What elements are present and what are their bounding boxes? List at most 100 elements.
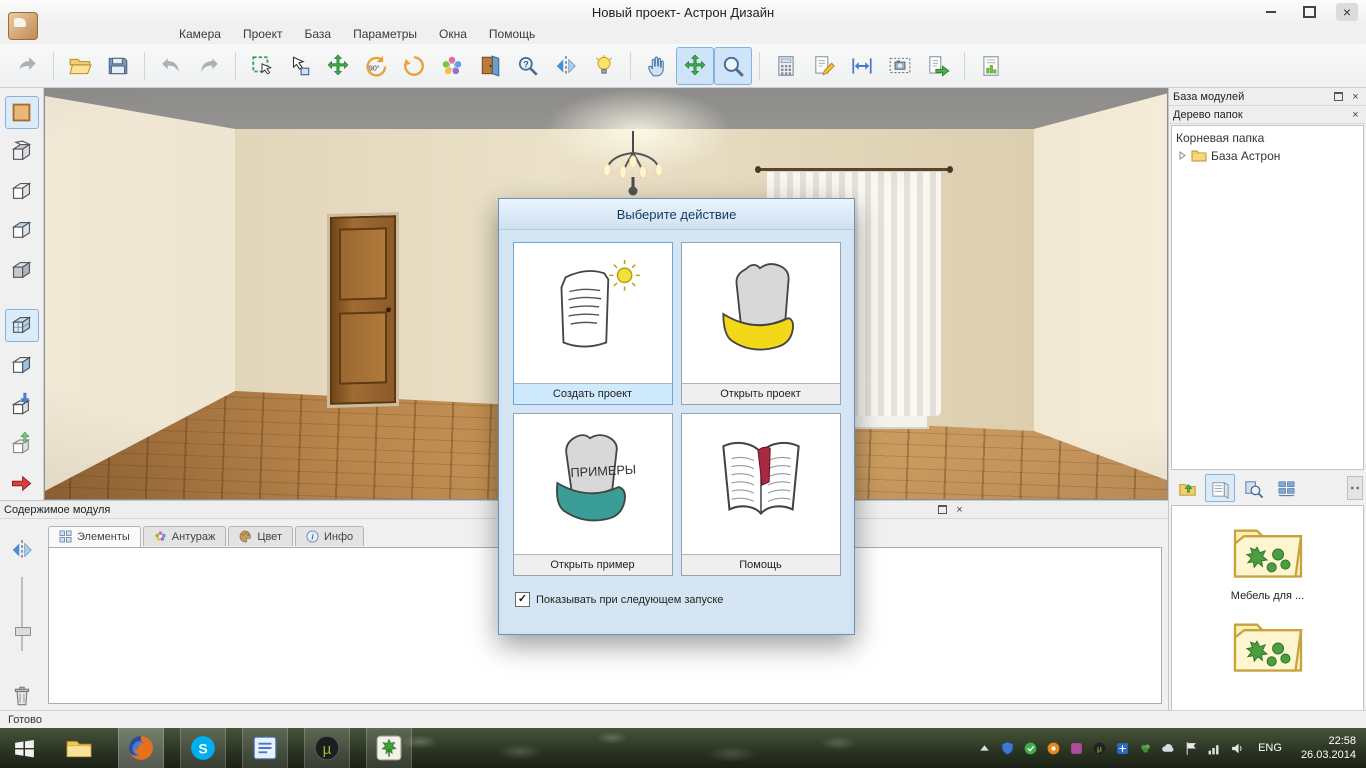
toolbar-mirror-button[interactable] xyxy=(547,47,585,85)
tray-security-icon[interactable] xyxy=(999,740,1015,756)
tool-box-open-button[interactable] xyxy=(5,135,39,168)
folder-item-furniture[interactable]: Мебель для ... xyxy=(1228,516,1308,602)
toolbar-materials-button[interactable] xyxy=(433,47,471,85)
tool-box-closed-button[interactable] xyxy=(5,175,39,208)
float-content-panel-button[interactable] xyxy=(936,504,949,516)
close-button[interactable]: × xyxy=(1336,3,1358,21)
toolbar-open-button[interactable] xyxy=(61,47,99,85)
toolbar-select-object-button[interactable] xyxy=(281,47,319,85)
tray-volume-icon[interactable] xyxy=(1229,740,1245,756)
menu-item-5[interactable]: Помощь xyxy=(478,25,546,43)
taskbar-utorrent-button[interactable]: µ xyxy=(304,728,350,768)
tree-root-row[interactable]: Корневая папка xyxy=(1176,129,1359,147)
toolbar-search-object-button[interactable]: ? xyxy=(509,47,547,85)
toolbar-forward-button[interactable] xyxy=(8,47,46,85)
tab-color[interactable]: Цвет xyxy=(228,526,293,546)
tile-open-project[interactable]: Открыть проект xyxy=(680,242,841,405)
module-folder-list[interactable]: Мебель для ... xyxy=(1171,505,1364,723)
panel-scroll-button[interactable] xyxy=(1347,476,1363,500)
panel-module-view-button[interactable] xyxy=(1205,474,1235,502)
toolbar-move-object-button[interactable] xyxy=(319,47,357,85)
menu-item-2[interactable]: База xyxy=(293,25,342,43)
taskbar-start-button[interactable] xyxy=(0,728,48,768)
tool-box-section-button[interactable] xyxy=(5,348,39,381)
language-indicator[interactable]: ENG xyxy=(1258,742,1282,754)
toolbar-rotate-free-button[interactable] xyxy=(395,47,433,85)
tray-utorrent-icon[interactable]: µ xyxy=(1091,740,1107,756)
toolbar-export-button[interactable] xyxy=(919,47,957,85)
folder-tree[interactable]: Корневая папка База Астрон xyxy=(1171,125,1364,470)
tool-view-room-button[interactable] xyxy=(4,309,39,343)
panel-up-level-button[interactable] xyxy=(1172,474,1202,502)
menu-item-4[interactable]: Окна xyxy=(428,25,478,43)
tree-item-baza-astron[interactable]: База Астрон xyxy=(1176,147,1359,165)
tile-help[interactable]: Помощь xyxy=(680,413,841,576)
minimize-button[interactable] xyxy=(1260,3,1282,21)
tab-info[interactable]: i Инфо xyxy=(294,526,365,546)
tray-network-icon[interactable] xyxy=(1206,740,1222,756)
tray-status-green-icon[interactable] xyxy=(1022,740,1038,756)
toolbar-undo-button[interactable] xyxy=(152,47,190,85)
float-panel-button[interactable] xyxy=(1332,91,1345,103)
menu-item-3[interactable]: Параметры xyxy=(342,25,428,43)
tray-status-orange-icon[interactable] xyxy=(1045,740,1061,756)
tray-status-magenta-icon[interactable] xyxy=(1068,740,1084,756)
taskbar-editor-button[interactable] xyxy=(242,728,288,768)
toolbar-report-button[interactable] xyxy=(972,47,1010,85)
toolbar-redo-button[interactable] xyxy=(190,47,228,85)
taskbar-skype-button[interactable]: S xyxy=(180,728,226,768)
panel-module-search-button[interactable] xyxy=(1238,474,1268,502)
tray-leaf-icon[interactable] xyxy=(1137,740,1153,756)
room-door xyxy=(327,212,399,408)
tab-entourage[interactable]: Антураж xyxy=(142,526,227,546)
show-on-startup-checkbox[interactable]: ✓ xyxy=(515,592,530,607)
toolbar-save-button[interactable] xyxy=(99,47,137,85)
toolbar-select-button[interactable] xyxy=(243,47,281,85)
expander-icon[interactable] xyxy=(1178,149,1187,163)
maximize-button[interactable] xyxy=(1298,3,1320,21)
tool-box-top-button[interactable] xyxy=(5,214,39,247)
toolbar-snapshot-button[interactable] xyxy=(881,47,919,85)
tray-flag-icon[interactable] xyxy=(1183,740,1199,756)
tool-apply-button[interactable] xyxy=(5,467,39,500)
close-panel-button[interactable]: × xyxy=(1349,91,1362,103)
tile-create-project[interactable]: Создать проект xyxy=(512,242,673,405)
status-bar: Готово xyxy=(0,710,1366,728)
tile-open-example[interactable]: ПРИМЕРЫ Открыть пример xyxy=(512,413,673,576)
menu-item-0[interactable]: Камера xyxy=(168,25,232,43)
tool-box-solid-button[interactable] xyxy=(5,254,39,287)
close-content-panel-button[interactable]: × xyxy=(953,504,966,516)
toolbar-rotate-90-button[interactable]: 90° xyxy=(357,47,395,85)
show-on-startup-row[interactable]: ✓ Показывать при следующем запуске xyxy=(515,592,854,607)
tool-box-import-button[interactable] xyxy=(5,388,39,421)
slider-handle[interactable] xyxy=(15,626,31,636)
toolbar-pan-button[interactable] xyxy=(638,47,676,85)
tray-show-hidden-icon[interactable] xyxy=(976,740,992,756)
mirror-tool-button[interactable] xyxy=(7,536,37,565)
tray-cloud-icon[interactable] xyxy=(1160,740,1176,756)
tool-walls-button[interactable] xyxy=(4,96,39,130)
toolbar-dimensions-button[interactable] xyxy=(843,47,881,85)
vertical-slider[interactable] xyxy=(15,576,31,652)
taskbar-astron-button[interactable] xyxy=(366,728,412,768)
svg-text:ПРИМЕРЫ: ПРИМЕРЫ xyxy=(570,462,636,480)
toolbar-estimate-button[interactable] xyxy=(767,47,805,85)
clock[interactable]: 22:58 26.03.2014 xyxy=(1301,734,1356,762)
toolbar-zoom-button[interactable] xyxy=(714,46,752,85)
taskbar-explorer-button[interactable] xyxy=(56,728,102,768)
tray-status-blue-icon[interactable] xyxy=(1114,740,1130,756)
toolbar-edit-document-button[interactable] xyxy=(805,47,843,85)
folder-item-second[interactable] xyxy=(1228,610,1308,681)
taskbar-firefox-button[interactable] xyxy=(118,728,164,768)
main-toolbar: 90°? xyxy=(0,44,1366,88)
toolbar-move-view-button[interactable] xyxy=(676,46,714,85)
menu-item-1[interactable]: Проект xyxy=(232,25,294,43)
titlebar[interactable]: Новый проект- Астрон Дизайн × xyxy=(0,0,1366,25)
toolbar-light-button[interactable] xyxy=(585,47,623,85)
trash-button[interactable] xyxy=(7,681,37,710)
tool-box-raise-button[interactable] xyxy=(5,427,39,460)
close-tree-button[interactable]: × xyxy=(1349,109,1362,121)
toolbar-doors-button[interactable] xyxy=(471,47,509,85)
tab-elements[interactable]: Элементы xyxy=(48,526,141,547)
panel-grid-view-button[interactable] xyxy=(1271,474,1301,502)
